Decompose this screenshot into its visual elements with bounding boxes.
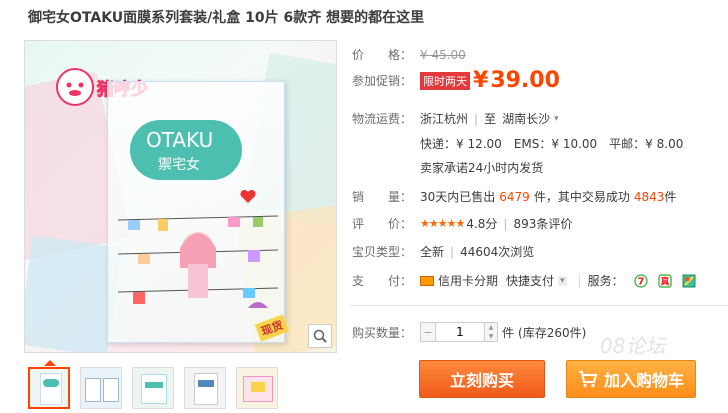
magnifier-icon [313, 329, 327, 343]
rating-score: 4.8分 [466, 217, 498, 231]
express-fee: 快递：¥ 12.00 [420, 137, 502, 151]
chevron-down-icon[interactable]: ▾ [554, 114, 559, 124]
watermark: 08论坛 [600, 334, 666, 358]
add-to-cart-label: 加入购物车 [603, 371, 684, 390]
genuine-guarantee-icon[interactable]: 真 [657, 273, 672, 288]
quantity-stepper[interactable]: − ▲ ▼ [420, 322, 498, 342]
chevron-up-icon[interactable]: ▲ [485, 323, 497, 332]
thumbnail-strip [28, 367, 278, 409]
brand-sub: 禦宅女 [158, 157, 200, 173]
sales-label: 销 量： [352, 190, 413, 204]
promo-label: 参加促销： [352, 74, 413, 88]
ems-fee: EMS：¥ 10.00 [513, 137, 598, 151]
ship-promise: 卖家承诺24小时内发货 [420, 159, 543, 176]
heart-icon [240, 190, 256, 203]
thumbnail-3[interactable] [132, 367, 174, 409]
chevron-down-icon[interactable]: ▾ [558, 275, 567, 286]
shipping-to-prefix: 至 [484, 112, 497, 126]
seven-day-return-icon[interactable]: 7 [633, 273, 648, 288]
payment-row: 支 付： 信用卡分期 快捷支付 ▾ 服务： 7 真 [352, 272, 696, 289]
payment-label: 支 付： [352, 274, 413, 288]
cart-icon [578, 371, 598, 388]
ship-promise-text: 卖家承诺24小时内发货 [420, 161, 544, 175]
promo-price: 39.00 [490, 68, 560, 93]
add-to-cart-button[interactable]: 加入购物车 [566, 360, 696, 398]
sales-middle: 件，其中交易成功 [533, 190, 630, 204]
product-main-image[interactable]: 猪哼少 OTAKU 禦宅女 现货 [24, 40, 337, 353]
price-row: 价 格： ¥ 45.00 [352, 46, 466, 63]
service-label: 服务： [587, 274, 624, 288]
quick-pay[interactable]: 快捷支付 [506, 272, 554, 289]
type-label: 宝贝类型： [352, 245, 413, 259]
quantity-arrows[interactable]: ▲ ▼ [485, 323, 497, 341]
thumbnail-1[interactable] [28, 367, 70, 409]
mail-fee: 平邮：¥ 8.00 [609, 137, 684, 151]
type-row: 宝贝类型： 全新 | 44604次浏览 [352, 244, 535, 260]
chevron-down-icon[interactable]: ▼ [485, 332, 497, 341]
svg-text:真: 真 [660, 275, 669, 287]
sales-success: 4843 [633, 189, 665, 204]
view-count: 44604次浏览 [460, 245, 535, 259]
svg-text:7: 7 [637, 276, 644, 287]
quantity-label: 购买数量： [352, 325, 413, 340]
section-divider [350, 305, 728, 306]
shipping-label: 物流运费： [352, 112, 413, 126]
buy-now-label: 立刻购买 [449, 371, 514, 390]
sales-row: 销 量： 30天内已售出 6479 件，其中交易成功 4843 件 [352, 188, 676, 205]
clothesline-illustration [118, 215, 278, 308]
quantity-minus-button[interactable]: − [421, 323, 435, 341]
sales-suffix: 件 [664, 190, 677, 204]
original-price: ¥ 45.00 [420, 47, 466, 62]
sales-prefix: 30天内已售出 [420, 190, 496, 204]
quantity-input[interactable] [435, 323, 485, 341]
shipping-row: 物流运费： 浙江杭州 | 至 湖南长沙 ▾ [352, 110, 559, 127]
product-title: 御宅女OTAKU面膜系列套装/礼盒 10片 6款齐 想要的都在这里 [28, 10, 425, 26]
buy-now-button[interactable]: 立刻购买 [419, 360, 545, 398]
zoom-button[interactable] [308, 324, 332, 348]
thumbnail-2[interactable] [80, 367, 122, 409]
price-label: 价 格： [352, 48, 413, 62]
thumb-active-indicator [44, 360, 56, 366]
quantity-row: 购买数量： − ▲ ▼ 件 (库存260件) [352, 322, 586, 342]
product-box: OTAKU 禦宅女 [107, 81, 285, 343]
thumbnail-5[interactable] [236, 367, 278, 409]
shipping-fees: 快递：¥ 12.00 EMS：¥ 10.00 平邮：¥ 8.00 [420, 135, 683, 152]
rating-stars: ★★★★★ [420, 217, 465, 230]
thumbnail-4[interactable] [184, 367, 226, 409]
quantity-unit: 件 [502, 325, 515, 340]
review-count[interactable]: 893条评价 [513, 215, 572, 232]
stock-count: (库存260件) [518, 325, 587, 340]
shipping-from: 浙江杭州 [420, 112, 469, 126]
promo-currency: ¥ [473, 68, 489, 93]
shipping-destination[interactable]: 湖南长沙 [502, 110, 550, 127]
promo-row: 参加促销： 限时两天 ¥ 39.00 [352, 68, 560, 93]
sales-count: 6479 [499, 189, 530, 204]
promo-badge: 限时两天 [420, 71, 470, 90]
rating-label: 评 价： [352, 217, 413, 231]
credit-card-icon [420, 275, 434, 286]
invoice-icon[interactable] [682, 274, 696, 288]
brand-text: OTAKU [146, 128, 214, 152]
rating-row: 评 价： ★★★★★ 4.8分 | 893条评价 [352, 215, 573, 232]
credit-installment[interactable]: 信用卡分期 [438, 272, 498, 289]
type-value: 全新 [420, 245, 445, 259]
